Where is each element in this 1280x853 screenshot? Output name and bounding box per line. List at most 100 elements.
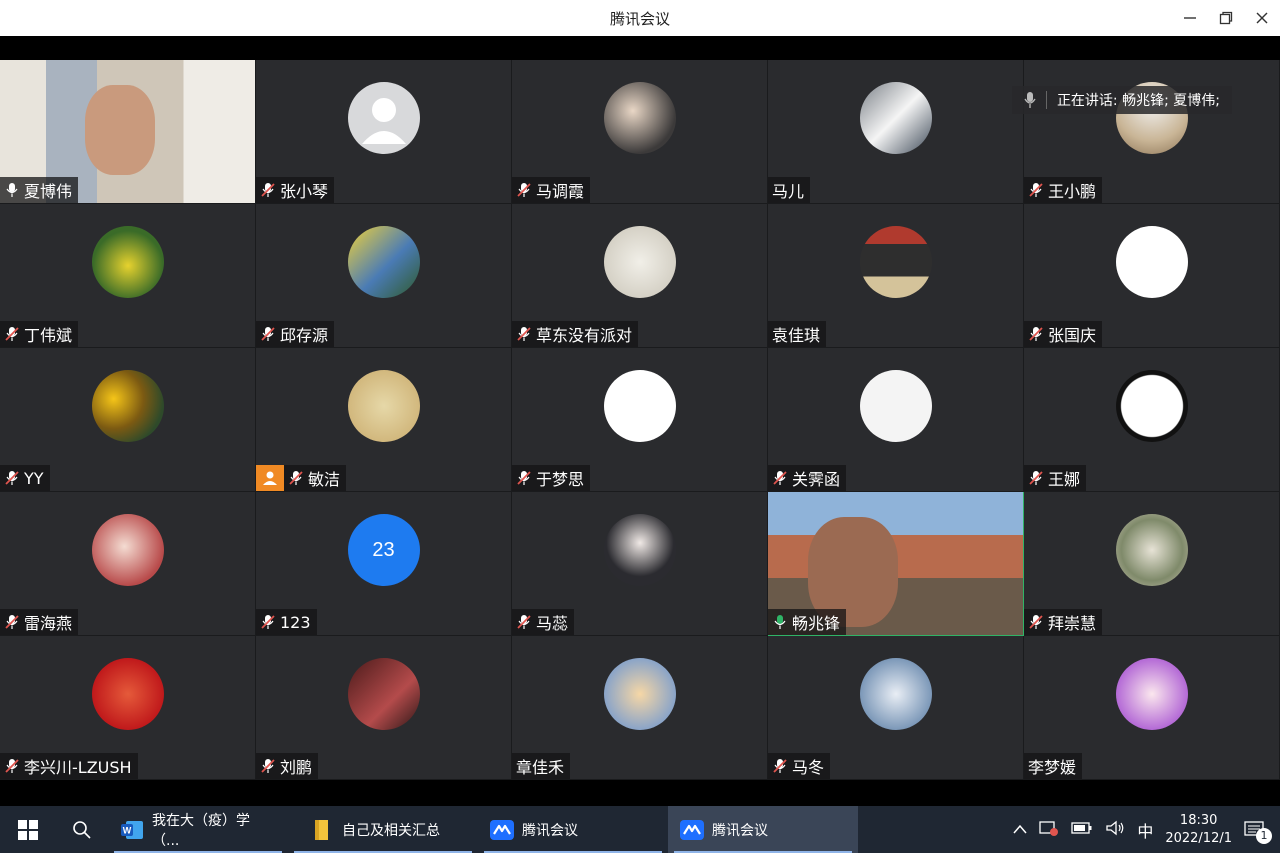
participant-tile[interactable]: 张小琴 (256, 60, 512, 204)
network-status-icon[interactable] (1039, 819, 1059, 841)
participant-tile[interactable]: 马冬 (768, 636, 1024, 780)
participant-tile[interactable]: 邱存源 (256, 204, 512, 348)
nameplate: 王娜 (1024, 465, 1087, 491)
participant-name: 雷海燕 (24, 614, 73, 633)
participant-tile[interactable]: 夏博伟 (0, 60, 256, 204)
windows-icon (18, 819, 38, 840)
folder-icon (310, 818, 334, 842)
participant-tile[interactable]: 拜崇慧 (1024, 492, 1280, 636)
chevron-up-icon[interactable] (1013, 822, 1027, 838)
participant-tile[interactable]: 李兴川-LZUSH (0, 636, 256, 780)
mic-muted-icon (772, 470, 788, 486)
participant-grid: 夏博伟 张小琴 马调霞 马儿 王小鹏丁伟斌 邱存源 草东没有派对 袁佳琪 张国庆 YY 敏洁 于梦思 关… (0, 60, 1280, 780)
mic-muted-icon (260, 758, 276, 774)
avatar (603, 370, 676, 442)
participant-name: 李梦媛 (1028, 758, 1077, 777)
avatar-initial: 23 (372, 538, 395, 561)
nameplate: 马儿 (768, 177, 811, 203)
tencent-meeting-icon (680, 818, 704, 842)
nameplate: 拜崇慧 (1024, 609, 1103, 635)
participant-name: 李兴川-LZUSH (24, 758, 132, 777)
mic-muted-icon (516, 470, 532, 486)
participant-tile[interactable]: 李梦媛 (1024, 636, 1280, 780)
mic-muted-icon (4, 758, 20, 774)
speaking-indicator: 正在讲话: 畅兆锋; 夏博伟; (1011, 86, 1232, 114)
participant-face (85, 85, 155, 175)
participant-tile[interactable]: 王小鹏 (1024, 60, 1280, 204)
battery-icon[interactable] (1071, 821, 1093, 839)
participant-tile[interactable]: 马儿 (768, 60, 1024, 204)
microphone-icon (4, 182, 20, 198)
windows-taskbar: W 我在大（疫）学（... 自己及相关汇总 腾讯会议 腾讯会议 中 18:30 … (0, 806, 1280, 853)
participant-tile[interactable]: 刘鹏 (256, 636, 512, 780)
close-button[interactable] (1244, 0, 1280, 36)
avatar (603, 226, 676, 298)
title-bar: 腾讯会议 (0, 0, 1280, 36)
participant-tile[interactable]: 关霁函 (768, 348, 1024, 492)
start-button[interactable] (0, 806, 56, 853)
host-badge (256, 465, 284, 491)
avatar (603, 82, 676, 154)
participant-tile[interactable]: 马蕊 (512, 492, 768, 636)
taskbar-tencent-meeting-1[interactable]: 腾讯会议 (478, 806, 668, 853)
avatar (1115, 514, 1188, 586)
participant-tile[interactable]: 丁伟斌 (0, 204, 256, 348)
participant-tile[interactable]: 袁佳琪 (768, 204, 1024, 348)
nameplate: 李兴川-LZUSH (0, 753, 138, 779)
participant-tile[interactable]: 章佳禾 (512, 636, 768, 780)
participant-name: 章佳禾 (516, 758, 565, 777)
nameplate: 章佳禾 (512, 753, 571, 779)
ime-indicator[interactable]: 中 (1137, 818, 1153, 842)
participant-tile[interactable]: 雷海燕 (0, 492, 256, 636)
mic-muted-icon (516, 182, 532, 198)
taskbar-folder[interactable]: 自己及相关汇总 (288, 806, 478, 853)
taskbar-item-label: 腾讯会议 (522, 822, 578, 839)
mic-muted-icon (1028, 470, 1044, 486)
participant-name: 拜崇慧 (1048, 614, 1097, 633)
participant-tile[interactable]: 张国庆 (1024, 204, 1280, 348)
avatar (91, 226, 164, 298)
default-user-icon (361, 98, 406, 144)
avatar (347, 82, 420, 154)
avatar (603, 658, 676, 730)
avatar (91, 658, 164, 730)
notification-button[interactable]: 1 (1244, 820, 1272, 844)
minimize-button[interactable] (1172, 0, 1208, 36)
nameplate: 刘鹏 (256, 753, 319, 779)
participant-tile[interactable]: 马调霞 (512, 60, 768, 204)
participant-tile[interactable]: 草东没有派对 (512, 204, 768, 348)
speaking-label: 正在讲话: 畅兆锋; 夏博伟; (1056, 93, 1220, 109)
participant-tile[interactable]: YY (0, 348, 256, 492)
participant-name: 王娜 (1048, 470, 1081, 489)
participant-name: 敏洁 (308, 470, 341, 489)
participant-tile[interactable]: 23 123 (256, 492, 512, 636)
clock-time: 18:30 (1179, 812, 1218, 828)
taskbar-item-label: 我在大（疫）学（... (152, 812, 250, 849)
nameplate: 邱存源 (256, 321, 335, 347)
participant-name: 马冬 (792, 758, 825, 777)
window-controls (1172, 0, 1280, 36)
participant-name: YY (24, 468, 44, 488)
restore-button[interactable] (1208, 0, 1244, 36)
avatar (347, 370, 420, 442)
nameplate: 袁佳琪 (768, 321, 827, 347)
nameplate: 敏洁 (284, 465, 347, 491)
volume-icon[interactable] (1105, 820, 1125, 840)
nameplate: 畅兆锋 (768, 609, 847, 635)
search-button[interactable] (56, 806, 108, 853)
mic-muted-icon (516, 614, 532, 630)
clock[interactable]: 18:30 2022/12/1 (1165, 812, 1232, 848)
participant-tile[interactable]: 王娜 (1024, 348, 1280, 492)
avatar (91, 514, 164, 586)
participant-name: 张国庆 (1048, 326, 1097, 345)
participant-tile[interactable]: 敏洁 (256, 348, 512, 492)
taskbar-tencent-meeting-2[interactable]: 腾讯会议 (668, 806, 858, 853)
participant-tile[interactable]: 畅兆锋 (768, 492, 1024, 636)
mic-muted-icon (516, 326, 532, 342)
microphone-icon (772, 614, 788, 630)
nameplate: 关霁函 (768, 465, 847, 491)
svg-text:W: W (123, 825, 132, 835)
system-tray: 中 18:30 2022/12/1 1 (1013, 806, 1280, 853)
participant-tile[interactable]: 于梦思 (512, 348, 768, 492)
taskbar-word[interactable]: W 我在大（疫）学（... (108, 806, 288, 853)
